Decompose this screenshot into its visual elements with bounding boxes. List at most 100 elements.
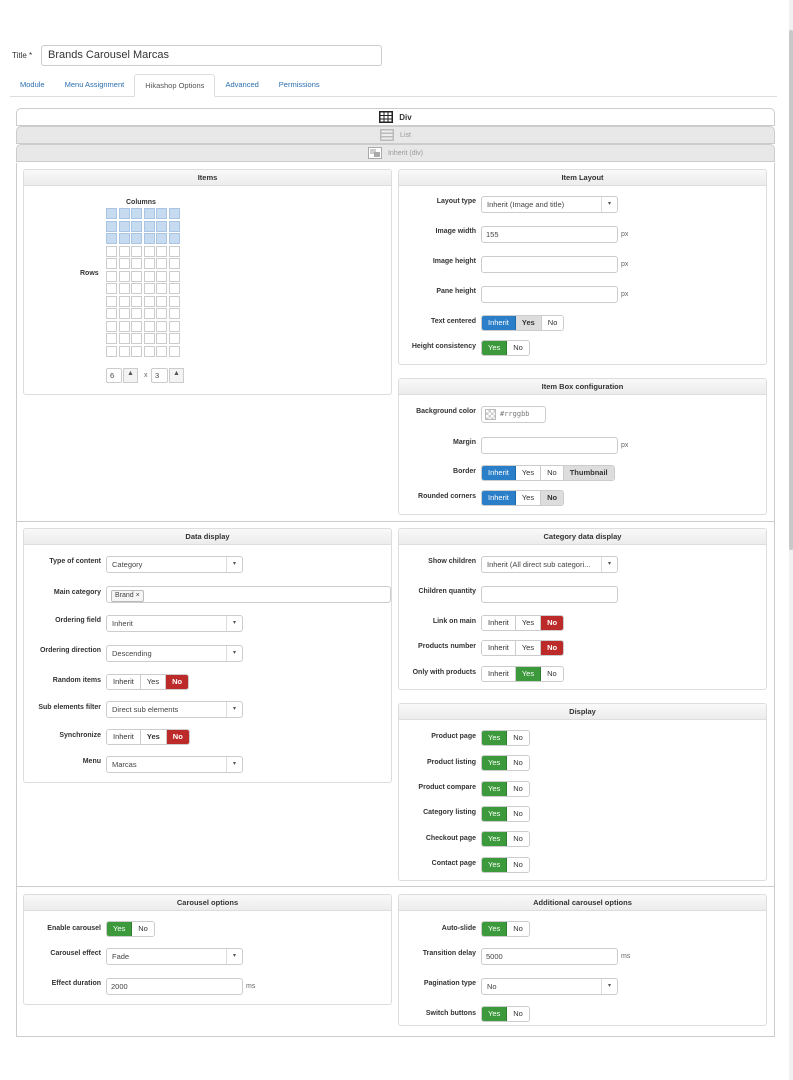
grid-cell[interactable] [131,295,142,307]
children-quantity-input[interactable] [481,586,618,603]
grid-cell[interactable] [143,333,155,344]
grid-cell[interactable] [168,283,180,294]
random-items-inherit[interactable]: Inherit [107,675,141,689]
grid-cell[interactable] [143,208,155,219]
image-width-input[interactable]: 155 [481,226,618,243]
margin-input[interactable] [481,437,618,454]
category-listing-no[interactable]: No [507,807,529,821]
contact-page-no[interactable]: No [507,858,529,872]
tab-advanced[interactable]: Advanced [215,74,268,97]
tab-module[interactable]: Module [10,74,55,97]
grid-cell[interactable] [168,320,180,332]
grid-cell[interactable] [118,295,130,307]
pagination-type-select[interactable]: No ▾ [481,978,618,995]
grid-cell[interactable] [143,258,155,269]
only-with-products-yes[interactable]: Yes [515,667,542,681]
grid-cell[interactable] [106,333,117,344]
rounded-corners-yes[interactable]: Yes [515,491,542,505]
grid-cell[interactable] [106,220,117,232]
link-on-main-yes[interactable]: Yes [515,616,542,630]
products-number-yes[interactable]: Yes [515,641,542,655]
grid-cell[interactable] [118,220,130,232]
grid-cell[interactable] [106,295,117,307]
grid-cell[interactable] [106,233,117,244]
grid-cell[interactable] [118,333,130,344]
text-centered-yes[interactable]: Yes [515,316,542,330]
grid-cell[interactable] [131,220,142,232]
scrollbar-thumb[interactable] [789,30,793,550]
tab-menu-assignment[interactable]: Menu Assignment [55,74,135,97]
grid-cell[interactable] [118,245,130,257]
type-of-content-select[interactable]: Category ▾ [106,556,243,573]
product-listing-yes[interactable]: Yes [482,756,508,770]
columns-up-button[interactable]: ▲ [123,368,138,383]
product-listing-no[interactable]: No [507,756,529,770]
grid-cell[interactable] [156,308,167,319]
enable-carousel-yes[interactable]: Yes [107,922,133,936]
grid-cell[interactable] [131,320,142,332]
grid-cell[interactable] [106,245,117,257]
grid-cell[interactable] [168,208,180,219]
grid-cell[interactable] [156,270,167,282]
menu-select[interactable]: Marcas ▾ [106,756,243,773]
title-input[interactable]: Brands Carousel Marcas [41,45,382,66]
height-consistency-no[interactable]: No [507,341,529,355]
pane-height-input[interactable] [481,286,618,303]
remove-tag-icon[interactable]: × [136,592,140,599]
product-page-no[interactable]: No [507,731,529,745]
text-centered-inherit[interactable]: Inherit [482,316,516,330]
grid-cell[interactable] [156,258,167,269]
effect-duration-input[interactable]: 2000 [106,978,243,995]
grid-cell[interactable] [106,258,117,269]
grid-cell[interactable] [156,233,167,244]
tab-permissions[interactable]: Permissions [269,74,330,97]
grid-cell[interactable] [143,295,155,307]
sub-elements-filter-select[interactable]: Direct sub elements ▾ [106,701,243,718]
grid-cell[interactable] [143,233,155,244]
grid-cell[interactable] [143,320,155,332]
random-items-no[interactable]: No [166,675,189,689]
ordering-direction-select[interactable]: Descending ▾ [106,645,243,662]
auto-slide-no[interactable]: No [507,922,529,936]
border-yes[interactable]: Yes [515,466,542,480]
rows-up-button[interactable]: ▲ [169,368,184,383]
product-compare-yes[interactable]: Yes [482,782,508,796]
grid-cell[interactable] [156,220,167,232]
items-grid-picker[interactable] [106,208,180,357]
grid-cell[interactable] [143,220,155,232]
link-on-main-no[interactable]: No [541,616,564,630]
image-height-input[interactable] [481,256,618,273]
height-consistency-yes[interactable]: Yes [482,341,508,355]
mode-list[interactable]: List [16,126,775,144]
grid-cell[interactable] [131,283,142,294]
grid-cell[interactable] [131,208,142,219]
main-category-input[interactable]: Brand × [106,586,391,603]
enable-carousel-no[interactable]: No [132,922,154,936]
grid-cell[interactable] [131,345,142,357]
only-with-products-inherit[interactable]: Inherit [482,667,516,681]
grid-cell[interactable] [118,208,130,219]
grid-cell[interactable] [168,270,180,282]
grid-cell[interactable] [118,233,130,244]
products-number-inherit[interactable]: Inherit [482,641,516,655]
grid-cell[interactable] [156,245,167,257]
border-no[interactable]: No [541,466,564,480]
products-number-no[interactable]: No [541,641,564,655]
synchronize-yes[interactable]: Yes [140,730,167,744]
grid-cell[interactable] [143,283,155,294]
grid-cell[interactable] [143,345,155,357]
grid-cell[interactable] [156,208,167,219]
transition-delay-input[interactable]: 5000 [481,948,618,965]
synchronize-no[interactable]: No [166,730,189,744]
grid-cell[interactable] [143,245,155,257]
grid-cell[interactable] [156,295,167,307]
random-items-yes[interactable]: Yes [140,675,167,689]
background-color-input[interactable]: #rrggbb [481,406,546,423]
grid-cell[interactable] [106,270,117,282]
grid-cell[interactable] [106,208,117,219]
carousel-effect-select[interactable]: Fade ▾ [106,948,243,965]
columns-count-input[interactable]: 6 [106,368,122,383]
mode-inherit[interactable]: Inherit (div) [16,144,775,162]
grid-cell[interactable] [168,345,180,357]
checkout-page-no[interactable]: No [507,832,529,846]
